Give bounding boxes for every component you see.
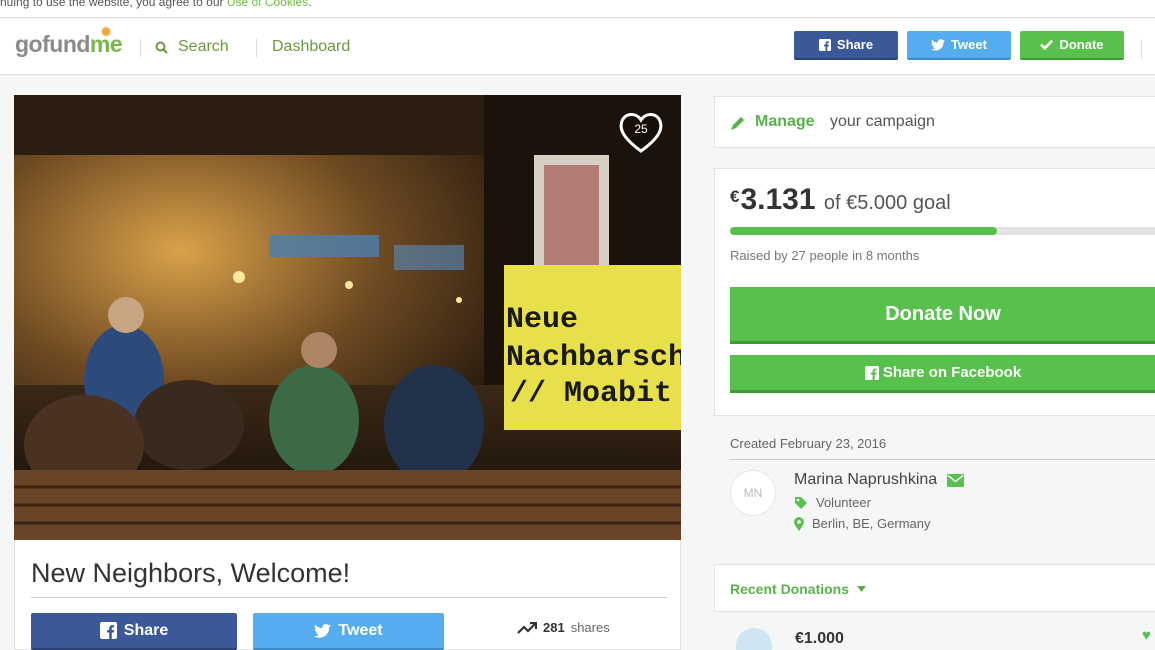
recent-donations-toggle[interactable]: Recent Donations <box>730 581 867 597</box>
share-on-facebook-button[interactable]: Share on Facebook <box>730 355 1155 393</box>
dashboard-link[interactable]: Dashboard <box>272 38 350 56</box>
campaign-tweet-button[interactable]: Tweet <box>253 613 444 650</box>
tag-icon <box>795 496 807 509</box>
twitter-icon <box>931 38 946 51</box>
organizer-location-label: Berlin, BE, Germany <box>812 516 931 531</box>
logo-go: go <box>15 31 43 57</box>
campaign-tweet-label: Tweet <box>338 621 383 639</box>
currency-symbol: € <box>730 187 740 206</box>
search-icon <box>155 41 168 54</box>
created-divider <box>730 459 1155 460</box>
header-share-button[interactable]: Share <box>794 31 898 60</box>
search-link[interactable]: Search <box>155 38 229 56</box>
goal-text: of €5.000 goal <box>823 192 951 214</box>
hero-sign-text: Nachbarsch <box>506 341 681 375</box>
search-label: Search <box>178 38 229 55</box>
facebook-icon <box>818 38 831 51</box>
favorite-button[interactable]: 25 <box>617 109 665 155</box>
created-date: Created February 23, 2016 <box>730 436 887 451</box>
header-tweet-label: Tweet <box>951 37 987 52</box>
organizer-location: Berlin, BE, Germany <box>794 516 931 531</box>
organizer-role: Volunteer <box>794 495 871 510</box>
raised-by-text: Raised by 27 people in 8 months <box>730 248 920 263</box>
campaign-title: New Neighbors, Welcome! <box>31 558 351 588</box>
manage-campaign-panel[interactable]: Manage your campaign <box>714 96 1155 148</box>
caret-down-icon <box>857 586 867 592</box>
share-on-facebook-label: Share on Facebook <box>882 364 1022 381</box>
manage-subtext: your campaign <box>830 113 935 130</box>
hero-sign-text: // Moabit <box>510 377 672 411</box>
cafe-photo: Neue Nachbarsch // Moabit <box>14 95 681 540</box>
pencil-icon <box>731 117 744 130</box>
logo-fund: fund <box>42 31 90 57</box>
share-count: 281 shares <box>517 620 610 635</box>
organizer-name-link[interactable]: Marina Naprushkina <box>794 471 965 489</box>
campaign-hero-image: Neue Nachbarsch // Moabit 25 <box>14 95 681 540</box>
header-divider <box>256 39 257 57</box>
header-donate-button[interactable]: Donate <box>1020 31 1124 60</box>
organizer-avatar: MN <box>730 470 776 516</box>
hero-sign-text: Neue <box>506 303 578 337</box>
title-divider <box>31 597 667 598</box>
recent-donations-panel: Recent Donations <box>714 564 1155 612</box>
twitter-icon <box>314 623 332 638</box>
organizer-name: Marina Naprushkina <box>794 471 938 488</box>
campaign-info-card: New Neighbors, Welcome! Share Tweet 281 … <box>14 540 681 650</box>
donor-avatar <box>736 628 772 650</box>
envelope-icon[interactable] <box>947 473 965 487</box>
progress-bar <box>730 227 1155 235</box>
gofundme-logo[interactable]: gofundme ✺ <box>15 25 123 58</box>
raised-amount: €3.131 of €5.000 goal <box>730 183 951 217</box>
facebook-icon <box>99 622 117 639</box>
fundraising-panel: €3.131 of €5.000 goal Raised by 27 peopl… <box>714 168 1155 416</box>
organizer-role-label: Volunteer <box>816 495 871 510</box>
share-count-label: shares <box>570 620 610 635</box>
campaign-share-button[interactable]: Share <box>31 613 237 650</box>
checkmark-icon <box>1040 39 1054 50</box>
share-count-value: 281 <box>543 620 565 635</box>
header-donate-label: Donate <box>1059 37 1104 52</box>
donate-now-button[interactable]: Donate Now <box>730 287 1155 344</box>
manage-label: Manage <box>755 113 815 130</box>
donation-amount: €1.000 <box>795 630 844 647</box>
header-divider <box>140 39 141 57</box>
cookie-notice-text: nuing to use the website, you agree to o… <box>0 0 227 9</box>
facebook-icon <box>864 365 879 380</box>
site-header: gofundme ✺ Search Dashboard Share Tweet … <box>0 19 1155 75</box>
cookie-notice: nuing to use the website, you agree to o… <box>0 0 1155 18</box>
header-share-label: Share <box>836 37 874 52</box>
header-tweet-button[interactable]: Tweet <box>907 31 1011 60</box>
header-divider <box>1141 39 1142 59</box>
favorite-count: 25 <box>634 122 648 136</box>
logo-sun-icon: ✺ <box>101 25 111 39</box>
recent-donations-label: Recent Donations <box>730 581 850 597</box>
trending-icon <box>517 621 537 634</box>
raised-value: 3.131 <box>740 183 816 216</box>
campaign-share-label: Share <box>123 621 169 639</box>
progress-bar-fill <box>730 227 997 235</box>
map-pin-icon <box>794 516 804 531</box>
donation-heart-icon: ♥ <box>1142 627 1151 644</box>
cookie-notice-end: . <box>308 0 312 9</box>
cookie-policy-link[interactable]: Use of Cookies <box>227 0 308 9</box>
